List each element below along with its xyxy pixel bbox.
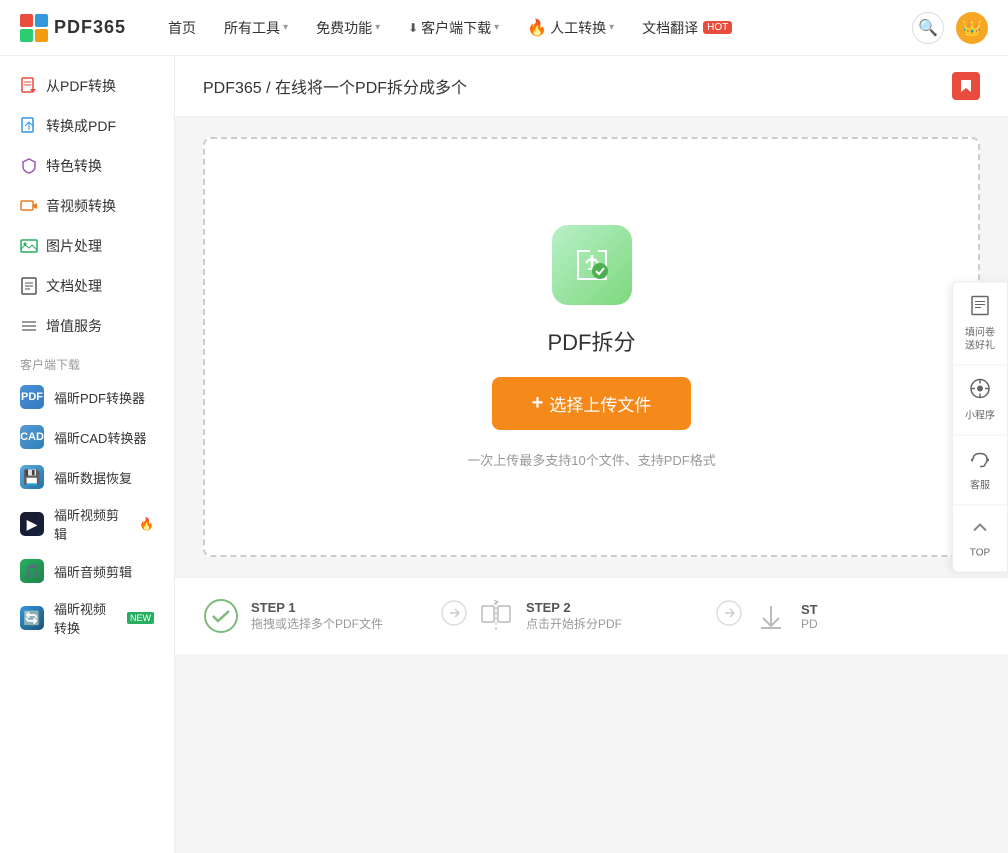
miniapp-icon	[969, 377, 991, 405]
doc-icon	[20, 277, 38, 295]
upload-title: PDF拆分	[547, 325, 635, 357]
upload-button[interactable]: + 选择上传文件	[492, 377, 692, 430]
step1-check-icon	[203, 598, 239, 634]
step1-text: STEP 1 拖拽或选择多个PDF文件	[251, 600, 383, 632]
step2-split-icon	[478, 598, 514, 634]
survey-icon	[969, 294, 991, 322]
nav-translate[interactable]: 文档翻译 HOT	[630, 12, 744, 44]
step-3: ST PD	[753, 598, 980, 634]
sidebar-app-data-recovery[interactable]: 💾 福昕数据恢复	[0, 457, 174, 497]
nav-arrow: ▾	[283, 22, 288, 33]
step3-download-icon	[753, 598, 789, 634]
service-label: 客服	[970, 479, 990, 492]
nav-free[interactable]: 免费功能 ▾	[304, 12, 392, 44]
upload-hint: 一次上传最多支持10个文件、支持PDF格式	[467, 450, 715, 469]
top-label: TOP	[970, 546, 990, 559]
app-audio-icon: 🎵	[20, 559, 44, 583]
sidebar-app-audio-edit[interactable]: 🎵 福昕音频剪辑	[0, 551, 174, 591]
fire-badge-video: 🔥	[139, 517, 154, 531]
nav-arrow-download: ▾	[494, 22, 499, 33]
main-layout: 从PDF转换 转换成PDF 特色转换 音视频转换 图片处理	[0, 56, 1008, 853]
breadcrumb: PDF365 / 在线将一个PDF拆分成多个	[175, 56, 1008, 117]
service-icon	[969, 447, 991, 475]
new-badge: NEW	[127, 612, 154, 624]
nav-home[interactable]: 首页	[156, 12, 208, 44]
float-miniapp[interactable]: 小程序	[953, 365, 1007, 435]
nav-arrow-free: ▾	[375, 22, 380, 33]
nav-human[interactable]: 🔥 人工转换 ▾	[515, 12, 626, 44]
step-1: STEP 1 拖拽或选择多个PDF文件	[203, 598, 430, 634]
vip-icon	[20, 317, 38, 335]
app-cad-icon: CAD	[20, 425, 44, 449]
sidebar-item-to-pdf[interactable]: 转换成PDF	[0, 106, 174, 146]
app-video-icon: ▶	[20, 512, 44, 536]
crown-icon: 👑	[962, 18, 982, 38]
sidebar-app-video-edit[interactable]: ▶ 福昕视频剪辑 🔥	[0, 497, 174, 551]
nav-right: 🔍 👑	[912, 12, 988, 44]
to-pdf-icon	[20, 117, 38, 135]
fire-icon: 🔥	[527, 18, 547, 38]
search-icon: 🔍	[918, 18, 938, 38]
sidebar: 从PDF转换 转换成PDF 特色转换 音视频转换 图片处理	[0, 56, 175, 853]
miniapp-label: 小程序	[965, 409, 995, 422]
nav-arrow-human: ▾	[609, 22, 614, 33]
survey-label: 填问卷送好礼	[965, 326, 995, 352]
app-pdf-icon: PDF	[20, 385, 44, 409]
step3-text: ST PD	[801, 602, 818, 631]
step-arrow-2	[715, 599, 743, 633]
sidebar-item-doc[interactable]: 文档处理	[0, 266, 174, 306]
content-area: PDF365 / 在线将一个PDF拆分成多个 PDF拆分 + 选择上	[175, 56, 1008, 853]
float-service[interactable]: 客服	[953, 435, 1007, 505]
upload-icon	[552, 225, 632, 305]
sidebar-item-av[interactable]: 音视频转换	[0, 186, 174, 226]
sidebar-item-special[interactable]: 特色转换	[0, 146, 174, 186]
nav-download[interactable]: ⬇ 客户端下载 ▾	[396, 12, 511, 44]
step-2: STEP 2 点击开始拆分PDF	[478, 598, 705, 634]
sidebar-app-video-convert[interactable]: 🔄 福昕视频转换 NEW	[0, 591, 174, 645]
app-convert-icon: 🔄	[20, 606, 44, 630]
plus-icon: +	[532, 392, 544, 415]
app-data-icon: 💾	[20, 465, 44, 489]
download-icon: ⬇	[408, 21, 418, 35]
breadcrumb-text: PDF365 / 在线将一个PDF拆分成多个	[203, 74, 467, 98]
av-icon	[20, 197, 38, 215]
step-arrow-1	[440, 599, 468, 633]
upload-zone[interactable]: PDF拆分 + 选择上传文件 一次上传最多支持10个文件、支持PDF格式	[203, 137, 980, 557]
float-top[interactable]: TOP	[953, 505, 1007, 571]
logo[interactable]: PDF365	[20, 14, 126, 42]
search-button[interactable]: 🔍	[912, 12, 944, 44]
sidebar-section-label: 客户端下载	[0, 346, 174, 377]
bookmark-icon[interactable]	[952, 72, 980, 100]
logo-icon	[20, 14, 48, 42]
sidebar-item-image[interactable]: 图片处理	[0, 226, 174, 266]
sidebar-item-from-pdf[interactable]: 从PDF转换	[0, 66, 174, 106]
step2-text: STEP 2 点击开始拆分PDF	[526, 600, 622, 632]
top-arrow-icon	[970, 517, 990, 542]
hot-badge: HOT	[703, 21, 732, 34]
from-pdf-icon	[20, 77, 38, 95]
right-float-panel: 填问卷送好礼 小程序 客服	[952, 281, 1008, 572]
image-icon	[20, 237, 38, 255]
sidebar-item-vip[interactable]: 增值服务	[0, 306, 174, 346]
nav-links: 首页 所有工具 ▾ 免费功能 ▾ ⬇ 客户端下载 ▾ 🔥 人工转换 ▾ 文档翻译…	[156, 12, 912, 44]
shield-icon	[20, 157, 38, 175]
top-navigation: PDF365 首页 所有工具 ▾ 免费功能 ▾ ⬇ 客户端下载 ▾ 🔥 人工转换…	[0, 0, 1008, 56]
float-survey[interactable]: 填问卷送好礼	[953, 282, 1007, 365]
crown-button[interactable]: 👑	[956, 12, 988, 44]
sidebar-app-cad-converter[interactable]: CAD 福昕CAD转换器	[0, 417, 174, 457]
logo-text: PDF365	[54, 17, 126, 38]
sidebar-app-pdf-converter[interactable]: PDF 福昕PDF转换器	[0, 377, 174, 417]
steps-bar: STEP 1 拖拽或选择多个PDF文件	[175, 577, 1008, 654]
nav-all-tools[interactable]: 所有工具 ▾	[212, 12, 300, 44]
